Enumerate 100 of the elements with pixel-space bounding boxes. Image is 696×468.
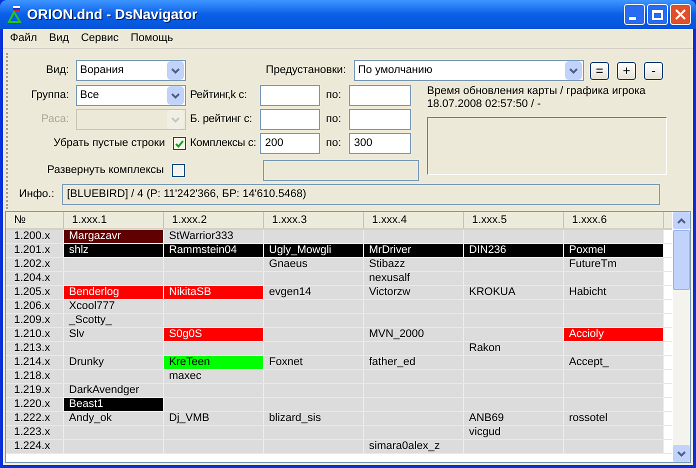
field-label: по: (325, 88, 342, 104)
row-header: 1.220.x (6, 398, 64, 411)
checkbox[interactable] (173, 137, 186, 150)
input-field[interactable] (349, 85, 411, 106)
table-cell: KROKUA (464, 286, 564, 299)
table-cell: nexusalf (364, 272, 464, 285)
table-cell: Beast1 (64, 398, 164, 411)
checkbox-label: Убрать пустые строки (53, 136, 165, 152)
field-label: по: (325, 136, 342, 152)
dropdown-field[interactable]: По умолчанию (354, 60, 584, 81)
menu-item[interactable]: Файл (5, 30, 42, 47)
row-header: 1.222.x (6, 412, 64, 425)
input-field[interactable] (260, 85, 320, 106)
table-cell: Gnaeus (264, 258, 364, 271)
table-cell: rossotel (564, 412, 664, 425)
row-header: 1.206.x (6, 300, 64, 313)
field-label: Инфо.: (18, 187, 56, 202)
scroll-down-button[interactable] (673, 445, 690, 462)
table-cell: Victorzw (364, 286, 464, 299)
scroll-thumb[interactable] (673, 230, 690, 290)
table-cell: father_ed (364, 356, 464, 369)
row-header: 1.224.x (6, 440, 64, 453)
checkbox-label: Развернуть комплексы (47, 163, 164, 178)
table-cell: DarkAvendger (64, 384, 164, 397)
preset-button[interactable]: + (617, 62, 636, 80)
preset-button[interactable]: = (590, 62, 609, 80)
dropdown-field[interactable]: Все (76, 85, 186, 106)
input-field[interactable] (349, 109, 411, 130)
field-label: Группа: (30, 88, 69, 104)
row-header: 1.213.x (6, 342, 64, 355)
input-field[interactable]: 200 (260, 133, 320, 154)
row-header: 1.209.x (6, 314, 64, 327)
minimize-button[interactable] (624, 4, 645, 25)
row-header: 1.223.x (6, 426, 64, 439)
table-cell: Accioly (564, 328, 664, 341)
table-cell: FutureTm (564, 258, 664, 271)
table-cell: Habicht (564, 286, 664, 299)
table-cell: vicgud (464, 426, 564, 439)
table-cell: Margazavr (64, 230, 164, 243)
menu-item[interactable]: Вид (44, 30, 74, 47)
table-cell: Andy_ok (64, 412, 164, 425)
field-label: Раса: (40, 112, 69, 128)
table-cell: blizard_sis (264, 412, 364, 425)
table-cell: Foxnet (264, 356, 364, 369)
field-label: Комплексы с: (189, 136, 258, 152)
table-cell: Rammstein04 (164, 244, 264, 257)
table-cell: Drunky (64, 356, 164, 369)
row-header: 1.202.x (6, 258, 64, 271)
column-header[interactable]: 1.xxx.2 (164, 212, 264, 228)
input-field[interactable] (260, 109, 320, 130)
table-cell: KreTeen (164, 356, 264, 369)
column-header[interactable]: 1.xxx.5 (464, 212, 564, 228)
field-label: Рейтинг,k с: (189, 88, 248, 104)
preset-button[interactable]: - (644, 62, 663, 80)
app-icon (7, 6, 23, 24)
scrollbar[interactable] (673, 212, 690, 462)
table-cell: Xcool777 (64, 300, 164, 313)
close-icon (675, 9, 686, 20)
dropdown-field[interactable]: Ворания (76, 60, 186, 81)
table-cell: MVN_2000 (364, 328, 464, 341)
column-header[interactable]: 1.xxx.3 (264, 212, 364, 228)
row-header: 1.201.x (6, 244, 64, 257)
table-cell: NikitaSB (164, 286, 264, 299)
column-header[interactable]: 1.xxx.6 (564, 212, 664, 228)
table-cell: shlz (64, 244, 164, 257)
row-header: 1.205.x (6, 286, 64, 299)
input-field[interactable]: 300 (349, 133, 411, 154)
table-cell: maxec (164, 370, 264, 383)
menu-item[interactable]: Помощь (126, 30, 178, 47)
update-time-value: 18.07.2008 02:57:50 / - (427, 98, 542, 111)
window-title: ORION.dnd - DsNavigator (27, 5, 198, 24)
row-header: 1.218.x (6, 370, 64, 383)
field-label: Предустановки: (264, 63, 346, 78)
table-cell: Slv (64, 328, 164, 341)
maximize-button[interactable] (647, 4, 668, 25)
close-button[interactable] (670, 4, 691, 25)
table-cell: Accept_ (564, 356, 664, 369)
table-cell: Stibazz (364, 258, 464, 271)
field-label: по: (325, 112, 342, 128)
table-cell: Benderlog (64, 286, 164, 299)
column-header[interactable]: 1.xxx.1 (64, 212, 164, 228)
row-header: 1.219.x (6, 384, 64, 397)
column-header[interactable]: 1.xxx.4 (364, 212, 464, 228)
menu-item[interactable]: Сервис (76, 30, 124, 47)
scroll-up-button[interactable] (673, 212, 690, 229)
table-cell: DIN236 (464, 244, 564, 257)
row-header: 1.214.x (6, 356, 64, 369)
row-header: 1.210.x (6, 328, 64, 341)
table-cell: Poxmel (564, 244, 664, 257)
field-label: Вид: (45, 63, 69, 78)
table-cell: evgen14 (264, 286, 364, 299)
checkbox[interactable] (172, 164, 185, 177)
info-field: [BLUEBIRD] / 4 (P: 11'242'366, БР: 14'610.5468) (62, 184, 660, 205)
column-header[interactable]: № (6, 212, 64, 228)
row-header: 1.200.x (6, 230, 64, 243)
table-cell: ANB69 (464, 412, 564, 425)
table-cell: S0g0S (164, 328, 264, 341)
table-cell: simara0alex_z (364, 440, 464, 453)
field-label: Б. рейтинг с: (189, 112, 253, 128)
update-time-label: Время обновления карты / графика игрока (427, 85, 647, 98)
